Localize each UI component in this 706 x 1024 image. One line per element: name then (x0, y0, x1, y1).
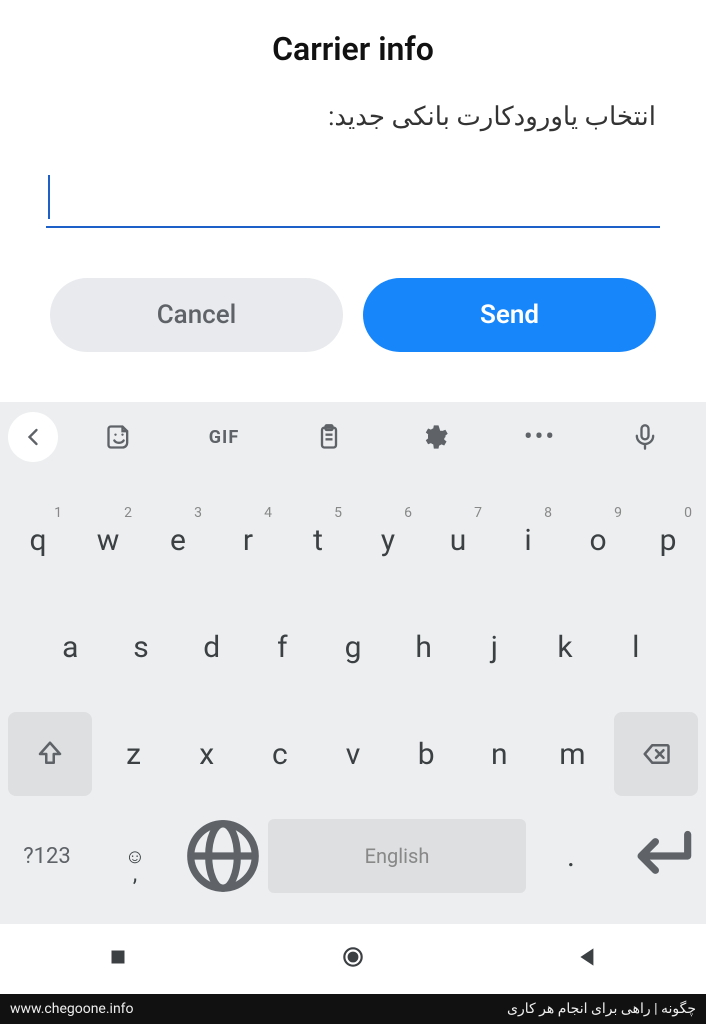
gear-icon[interactable] (382, 402, 487, 472)
mic-icon[interactable] (593, 402, 698, 472)
clipboard-icon[interactable] (277, 402, 382, 472)
sticker-icon[interactable] (66, 402, 171, 472)
key-t[interactable]: 5t (284, 499, 352, 583)
language-key[interactable] (180, 819, 266, 893)
key-i[interactable]: 8i (494, 499, 562, 583)
key-q[interactable]: 1q (4, 499, 72, 583)
backspace-key[interactable] (614, 712, 698, 796)
cancel-button[interactable]: Cancel (50, 278, 343, 352)
key-s[interactable]: s (107, 606, 176, 690)
key-l[interactable]: l (601, 606, 670, 690)
android-nav-bar (0, 924, 706, 994)
keyboard-row-2: asdfghjkl (4, 606, 702, 690)
key-k[interactable]: k (531, 606, 600, 690)
key-y[interactable]: 6y (354, 499, 422, 583)
nav-home-icon[interactable] (340, 944, 366, 974)
key-m[interactable]: m (537, 712, 608, 796)
key-f[interactable]: f (248, 606, 317, 690)
gif-button[interactable]: GIF (171, 402, 276, 472)
key-b[interactable]: b (391, 712, 462, 796)
keyboard-row-1: 1q2w3e4r5t6y7u8i9o0p (4, 499, 702, 583)
key-w[interactable]: 2w (74, 499, 142, 583)
shift-key[interactable] (8, 712, 92, 796)
footer-url: www.chegoone.info (10, 1001, 134, 1017)
key-v[interactable]: v (317, 712, 388, 796)
text-cursor (48, 175, 50, 219)
footer-tagline: چگونه | راهی برای انجام هر کاری (507, 1001, 696, 1017)
symbols-key[interactable]: ?123 (4, 819, 90, 893)
key-u[interactable]: 7u (424, 499, 492, 583)
key-e[interactable]: 3e (144, 499, 212, 583)
key-x[interactable]: x (171, 712, 242, 796)
keyboard-row-3: zxcvbnm (4, 712, 702, 796)
globe-icon (180, 813, 266, 899)
key-n[interactable]: n (464, 712, 535, 796)
carrier-info-dialog: Carrier info انتخاب یاورودکارت بانکی جدی… (0, 0, 706, 402)
more-icon[interactable]: ••• (487, 402, 592, 472)
key-j[interactable]: j (460, 606, 529, 690)
page-footer: www.chegoone.info چگونه | راهی برای انجا… (0, 994, 706, 1024)
spacebar[interactable]: English (268, 819, 526, 893)
emoji-key[interactable]: ☺ , (92, 819, 178, 893)
key-r[interactable]: 4r (214, 499, 282, 583)
nav-recent-icon[interactable] (105, 944, 131, 974)
key-z[interactable]: z (98, 712, 169, 796)
enter-icon (616, 813, 702, 899)
card-input[interactable] (46, 168, 660, 228)
key-h[interactable]: h (389, 606, 458, 690)
period-key[interactable]: . (528, 819, 614, 893)
enter-key[interactable] (616, 819, 702, 893)
keyboard-row-4: ?123 ☺ , English . (4, 819, 702, 893)
key-d[interactable]: d (177, 606, 246, 690)
key-p[interactable]: 0p (634, 499, 702, 583)
nav-back-icon[interactable] (575, 944, 601, 974)
key-g[interactable]: g (319, 606, 388, 690)
dialog-title: Carrier info (20, 30, 686, 68)
chevron-left-icon[interactable] (8, 412, 58, 462)
dialog-prompt: انتخاب یاورودکارت بانکی جدید: (20, 102, 686, 132)
key-c[interactable]: c (244, 712, 315, 796)
soft-keyboard: GIF ••• 1q2w3e4r5t6y7u8i9o0p asdfghjkl z… (0, 402, 706, 924)
keyboard-toolbar: GIF ••• (0, 402, 706, 472)
key-a[interactable]: a (36, 606, 105, 690)
send-button[interactable]: Send (363, 278, 656, 352)
key-o[interactable]: 9o (564, 499, 632, 583)
